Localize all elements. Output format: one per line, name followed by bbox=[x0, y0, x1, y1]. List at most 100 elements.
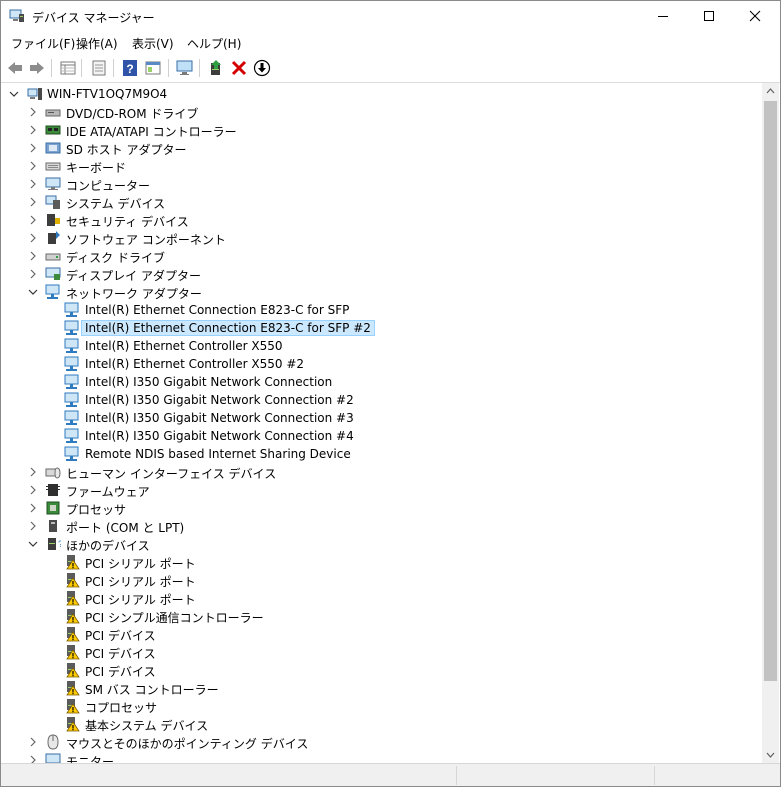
chevron-right-icon[interactable] bbox=[28, 197, 38, 207]
warning-device-icon bbox=[66, 555, 80, 570]
tree-category[interactable]: キーボード bbox=[1, 157, 762, 175]
tree-device[interactable]: コプロセッサ bbox=[1, 697, 762, 715]
tree-item-label: Intel(R) Ethernet Connection E823-C for … bbox=[81, 320, 375, 336]
help-button[interactable]: ? bbox=[120, 58, 140, 78]
toolbar-separator bbox=[199, 59, 200, 77]
tree-device[interactable]: 基本システム デバイス bbox=[1, 715, 762, 733]
tree-category[interactable]: IDE ATA/ATAPI コントローラー bbox=[1, 121, 762, 139]
menu-view[interactable]: 表示(V) bbox=[132, 35, 174, 52]
tree-category[interactable]: ネットワーク アダプター bbox=[1, 283, 762, 301]
tree-item-label: Intel(R) I350 Gigabit Network Connection… bbox=[85, 393, 354, 407]
tree-category[interactable]: コンピューター bbox=[1, 175, 762, 193]
download-button[interactable] bbox=[252, 58, 272, 78]
tree-category[interactable]: システム デバイス bbox=[1, 193, 762, 211]
properties-button[interactable] bbox=[58, 58, 78, 78]
chevron-right-icon[interactable] bbox=[28, 107, 38, 117]
forward-button[interactable] bbox=[27, 58, 47, 78]
chevron-right-icon[interactable] bbox=[28, 485, 38, 495]
menu-action[interactable]: 操作(A) bbox=[76, 35, 118, 52]
tree-device[interactable]: SM バス コントローラー bbox=[1, 679, 762, 697]
tree-device[interactable]: PCI シリアル ポート bbox=[1, 553, 762, 571]
action-view-button[interactable] bbox=[143, 58, 163, 78]
tree-device[interactable]: PCI シリアル ポート bbox=[1, 589, 762, 607]
chevron-right-icon[interactable] bbox=[28, 125, 38, 135]
tree-device[interactable]: Intel(R) I350 Gigabit Network Connection… bbox=[1, 391, 762, 409]
scroll-down-icon[interactable] bbox=[762, 746, 779, 763]
tree-category[interactable]: ヒューマン インターフェイス デバイス bbox=[1, 463, 762, 481]
chevron-right-icon[interactable] bbox=[28, 467, 38, 477]
ide-controller-icon bbox=[45, 125, 61, 135]
scroll-up-icon[interactable] bbox=[762, 83, 779, 100]
tree-category[interactable]: DVD/CD-ROM ドライブ bbox=[1, 103, 762, 121]
menu-help[interactable]: ヘルプ(H) bbox=[187, 35, 241, 52]
maximize-icon bbox=[704, 11, 714, 21]
tree-category[interactable]: ポート (COM と LPT) bbox=[1, 517, 762, 535]
toolbar: ? bbox=[1, 55, 780, 83]
menu-file[interactable]: ファイル(F) bbox=[11, 35, 75, 52]
maximize-button[interactable] bbox=[687, 1, 733, 31]
tree-category[interactable]: モニター bbox=[1, 751, 762, 763]
chevron-right-icon[interactable] bbox=[28, 161, 38, 171]
device-tree: WIN-FTV1OQ7M9O4 DVD/CD-ROM ドライブ IDE ATA/A… bbox=[1, 83, 762, 763]
update-driver-button[interactable] bbox=[206, 58, 226, 78]
chevron-right-icon[interactable] bbox=[28, 521, 38, 531]
chevron-right-icon[interactable] bbox=[28, 251, 38, 261]
chevron-down-icon[interactable] bbox=[28, 287, 38, 297]
chevron-right-icon[interactable] bbox=[28, 143, 38, 153]
chevron-right-icon[interactable] bbox=[28, 737, 38, 747]
tree-device[interactable]: Intel(R) Ethernet Connection E823-C for … bbox=[1, 319, 762, 337]
tree-device[interactable]: Intel(R) Ethernet Controller X550 #2 bbox=[1, 355, 762, 373]
close-button[interactable] bbox=[733, 1, 779, 31]
status-pane bbox=[654, 766, 779, 785]
tree-category[interactable]: ? ほかのデバイス bbox=[1, 535, 762, 553]
scan-hardware-button[interactable] bbox=[175, 58, 195, 78]
chevron-down-icon[interactable] bbox=[9, 89, 19, 99]
driver-list-button[interactable] bbox=[89, 58, 109, 78]
tree-item-label: PCI デバイス bbox=[85, 647, 156, 661]
dvd-drive-icon bbox=[45, 109, 61, 117]
chevron-right-icon[interactable] bbox=[28, 755, 38, 763]
chevron-down-icon[interactable] bbox=[28, 539, 38, 549]
tree-root[interactable]: WIN-FTV1OQ7M9O4 bbox=[1, 85, 762, 103]
tree-device[interactable]: Intel(R) Ethernet Controller X550 bbox=[1, 337, 762, 355]
tree-device[interactable]: Remote NDIS based Internet Sharing Devic… bbox=[1, 445, 762, 463]
tree-category[interactable]: ソフトウェア コンポーネント bbox=[1, 229, 762, 247]
tree-device[interactable]: Intel(R) I350 Gigabit Network Connection bbox=[1, 373, 762, 391]
tree-device[interactable]: PCI デバイス bbox=[1, 643, 762, 661]
download-icon bbox=[253, 59, 271, 77]
minimize-button[interactable] bbox=[641, 1, 687, 31]
warning-device-icon bbox=[66, 717, 80, 732]
chevron-right-icon[interactable] bbox=[28, 269, 38, 279]
computer-icon bbox=[27, 88, 42, 100]
chevron-right-icon[interactable] bbox=[28, 215, 38, 225]
tree-device[interactable]: PCI シンプル通信コントローラー bbox=[1, 607, 762, 625]
tree-device[interactable]: Intel(R) I350 Gigabit Network Connection… bbox=[1, 427, 762, 445]
network-adapter-icon bbox=[64, 338, 79, 353]
uninstall-button[interactable] bbox=[229, 58, 249, 78]
tree-device[interactable]: PCI デバイス bbox=[1, 661, 762, 679]
tree-device[interactable]: Intel(R) I350 Gigabit Network Connection… bbox=[1, 409, 762, 427]
tree-category[interactable]: ディスク ドライブ bbox=[1, 247, 762, 265]
warning-device-icon bbox=[66, 591, 80, 606]
network-adapter-icon bbox=[64, 320, 79, 335]
tree-device[interactable]: Intel(R) Ethernet Connection E823-C for … bbox=[1, 301, 762, 319]
vertical-scrollbar[interactable] bbox=[762, 83, 779, 763]
tree-category[interactable]: マウスとそのほかのポインティング デバイス bbox=[1, 733, 762, 751]
chevron-right-icon[interactable] bbox=[28, 179, 38, 189]
tree-category[interactable]: ファームウェア bbox=[1, 481, 762, 499]
tree-category[interactable]: ディスプレイ アダプター bbox=[1, 265, 762, 283]
tree-device[interactable]: PCI シリアル ポート bbox=[1, 571, 762, 589]
title-bar[interactable]: デバイス マネージャー bbox=[1, 1, 780, 31]
tree-item-label: SM バス コントローラー bbox=[85, 683, 219, 697]
chevron-right-icon[interactable] bbox=[28, 233, 38, 243]
tree-category[interactable]: SD ホスト アダプター bbox=[1, 139, 762, 157]
chevron-right-icon[interactable] bbox=[28, 503, 38, 513]
scrollbar-thumb[interactable] bbox=[764, 101, 777, 681]
processor-icon bbox=[46, 501, 60, 515]
back-arrow-icon bbox=[8, 62, 22, 74]
tree-category[interactable]: セキュリティ デバイス bbox=[1, 211, 762, 229]
tree-device[interactable]: PCI デバイス bbox=[1, 625, 762, 643]
tree-category[interactable]: プロセッサ bbox=[1, 499, 762, 517]
update-driver-icon bbox=[211, 60, 221, 75]
back-button[interactable] bbox=[5, 58, 25, 78]
